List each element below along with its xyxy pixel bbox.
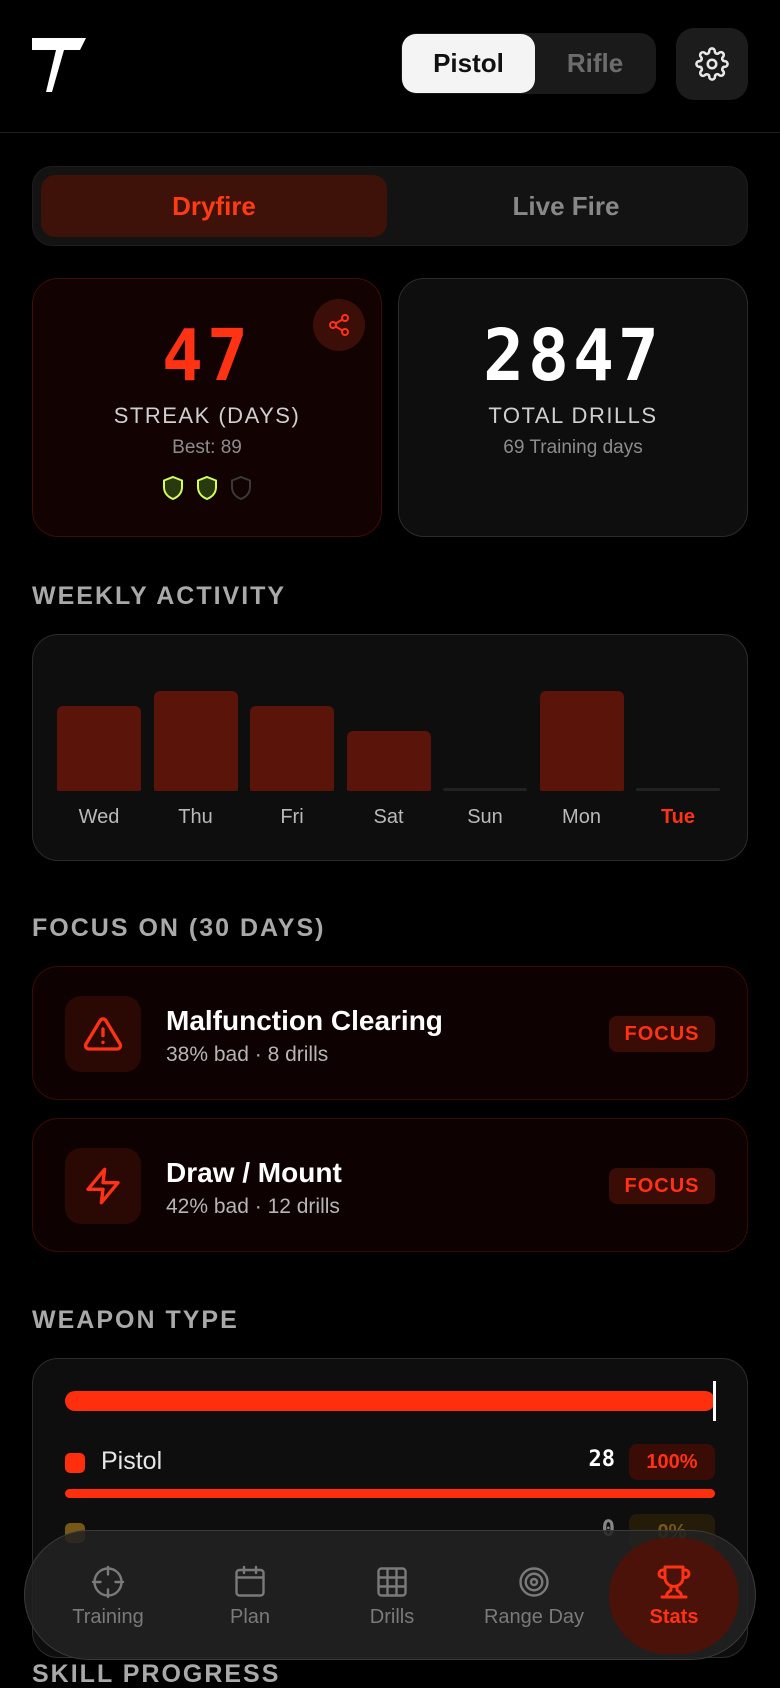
nav-label: Plan: [229, 1605, 271, 1628]
streak-best: Best: 89: [172, 437, 242, 458]
shield-earned-icon: [163, 475, 183, 501]
activity-bar-thu: [153, 691, 238, 791]
weekly-activity-title: WEEKLY ACTIVITY: [32, 582, 287, 610]
mode-toggle: Dryfire Live Fire: [32, 166, 748, 246]
activity-bar-tue: [636, 788, 720, 791]
shield-empty-icon: [231, 475, 251, 501]
activity-bar-mon: [539, 691, 624, 791]
weapon-distribution-marker: [713, 1381, 716, 1421]
app-logo-icon: [32, 38, 86, 92]
weapon-toggle-rifle[interactable]: Rifle: [534, 34, 656, 93]
nav-stats[interactable]: Stats: [609, 1538, 739, 1654]
grid-icon: [377, 1566, 407, 1597]
total-drills-card: 2847 TOTAL DRILLS 69 Training days: [398, 278, 748, 537]
nav-training[interactable]: Training: [43, 1531, 173, 1661]
legend-swatch: [65, 1453, 85, 1473]
settings-button[interactable]: [676, 28, 748, 100]
day-label: Tue: [660, 806, 696, 828]
nav-plan[interactable]: Plan: [185, 1531, 315, 1661]
weapon-distribution-fill: [65, 1391, 715, 1411]
focus-item-title: Draw / Mount: [166, 1157, 342, 1188]
focus-item-stats: 42% bad · 12 drills: [166, 1195, 340, 1218]
focus-title: FOCUS ON (30 DAYS): [32, 914, 326, 942]
total-drills-value: 2847: [483, 315, 663, 398]
streak-value: 47: [162, 315, 252, 398]
weapon-share-fill: [65, 1489, 715, 1498]
weapon-toggle: Pistol Rifle: [401, 33, 656, 94]
training-days: 69 Training days: [503, 437, 643, 458]
focus-item-title: Malfunction Clearing: [166, 1005, 443, 1036]
activity-bar-sun: [443, 788, 527, 791]
mode-toggle-live-fire[interactable]: Live Fire: [393, 175, 739, 237]
lightning-bolt-icon: [86, 1167, 120, 1205]
focus-item-stats: 38% bad · 8 drills: [166, 1043, 329, 1066]
day-label: Fri: [280, 806, 304, 828]
day-label: Sun: [467, 806, 503, 828]
activity-bar-wed: [57, 706, 141, 791]
focus-badge: FOCUS: [609, 1168, 715, 1204]
day-label: Thu: [178, 806, 213, 828]
shield-earned-icon: [197, 475, 217, 501]
skill-progress-title: SKILL PROGRESS: [32, 1660, 281, 1688]
weapon-count: 28: [588, 1447, 616, 1472]
app-header: Pistol Rifle: [0, 0, 780, 133]
gear-icon: [695, 47, 729, 81]
nav-range-day[interactable]: Range Day: [469, 1531, 599, 1661]
focus-badge: FOCUS: [609, 1016, 715, 1052]
streak-card: 47 STREAK (DAYS) Best: 89: [32, 278, 382, 537]
weapon-name: Pistol: [101, 1447, 163, 1475]
mode-toggle-dryfire[interactable]: Dryfire: [41, 175, 387, 237]
weapon-percent: 100%: [629, 1444, 715, 1480]
calendar-icon: [235, 1565, 265, 1597]
weapon-type-title: WEAPON TYPE: [32, 1306, 239, 1334]
streak-label: STREAK (DAYS): [113, 403, 301, 428]
weekly-activity-card: Wed Thu Fri Sat Sun Mon Tue: [32, 634, 748, 861]
nav-label: Stats: [649, 1605, 699, 1628]
activity-bar-sat: [346, 731, 431, 791]
trophy-icon: [657, 1565, 691, 1598]
day-label: Sat: [373, 806, 404, 828]
streak-shields: [33, 475, 381, 501]
target-icon: [519, 1566, 549, 1597]
crosshair-icon: [91, 1565, 125, 1598]
nav-drills[interactable]: Drills: [327, 1531, 457, 1661]
warning-triangle-icon: [83, 1017, 123, 1051]
nav-label: Range Day: [483, 1605, 585, 1628]
weapon-distribution-bar: [65, 1391, 715, 1411]
weapon-share-track: [65, 1489, 715, 1498]
nav-label: Drills: [369, 1605, 415, 1628]
focus-item[interactable]: Malfunction Clearing 38% bad · 8 drills …: [32, 966, 748, 1100]
focus-item[interactable]: Draw / Mount 42% bad · 12 drills FOCUS: [32, 1118, 748, 1252]
activity-bar-fri: [250, 706, 334, 791]
total-drills-label: TOTAL DRILLS: [488, 403, 658, 428]
weapon-row: Pistol 28 100%: [65, 1441, 715, 1485]
day-label: Mon: [562, 806, 601, 828]
nav-label: Training: [72, 1605, 144, 1628]
weapon-toggle-pistol[interactable]: Pistol: [402, 34, 535, 93]
bottom-nav: Training Plan Drills Range Day Stats: [24, 1530, 756, 1660]
day-label: Wed: [78, 806, 120, 828]
